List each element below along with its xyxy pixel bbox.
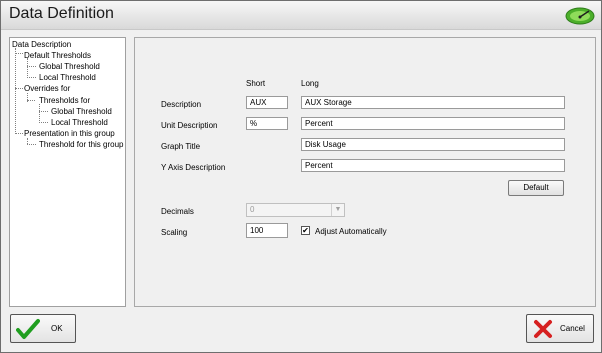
chevron-down-icon[interactable]: ▼ bbox=[331, 204, 344, 216]
ok-button[interactable]: OK bbox=[10, 314, 76, 343]
tree-item-default-thresholds[interactable]: Default Thresholds bbox=[24, 51, 91, 61]
decimals-select[interactable]: 0 ▼ bbox=[246, 203, 345, 217]
tree-item-thresholds-for[interactable]: Thresholds for bbox=[39, 96, 90, 106]
tree-item-override-global-threshold[interactable]: Global Threshold bbox=[51, 107, 112, 117]
tree-item-override-local-threshold[interactable]: Local Threshold bbox=[51, 118, 108, 128]
graph-title-input[interactable]: Disk Usage bbox=[301, 138, 565, 151]
checkmark-icon bbox=[16, 319, 40, 339]
ok-label: OK bbox=[51, 324, 63, 333]
tree-item-threshold-for-group[interactable]: Threshold for this group bbox=[39, 140, 124, 150]
tree-item-data-description[interactable]: Data Description bbox=[12, 40, 71, 50]
column-header-short: Short bbox=[246, 79, 266, 88]
tree-item-presentation-in-group[interactable]: Presentation in this group bbox=[24, 129, 115, 139]
unit-description-label: Unit Description bbox=[161, 121, 218, 130]
adjust-automatically-label: Adjust Automatically bbox=[315, 227, 387, 236]
unit-long-input[interactable]: Percent bbox=[301, 117, 565, 130]
graph-title-label: Graph Title bbox=[161, 142, 201, 151]
data-definition-window: Data Definition Data Description Default… bbox=[0, 0, 602, 353]
tree-item-global-threshold[interactable]: Global Threshold bbox=[39, 62, 100, 72]
title-bar[interactable]: Data Definition bbox=[1, 1, 601, 30]
description-label: Description bbox=[161, 100, 202, 109]
description-short-input[interactable]: AUX bbox=[246, 96, 288, 109]
data-description-panel: Short Long Description AUX AUX Storage U… bbox=[134, 37, 596, 307]
tree-item-local-threshold[interactable]: Local Threshold bbox=[39, 73, 96, 83]
window-title: Data Definition bbox=[9, 5, 114, 22]
navigation-tree[interactable]: Data Description Default Thresholds Glob… bbox=[9, 37, 126, 307]
decimals-label: Decimals bbox=[161, 207, 194, 216]
y-axis-description-input[interactable]: Percent bbox=[301, 159, 565, 172]
adjust-automatically-checkbox[interactable]: ✔ bbox=[301, 226, 310, 235]
tree-item-overrides-for[interactable]: Overrides for bbox=[24, 84, 70, 94]
gauge-icon bbox=[565, 7, 595, 25]
y-axis-description-label: Y Axis Description bbox=[161, 163, 226, 172]
scaling-input[interactable]: 100 bbox=[246, 223, 288, 238]
checkmark-icon: ✔ bbox=[302, 226, 309, 235]
cancel-button[interactable]: Cancel bbox=[526, 314, 594, 343]
cancel-label: Cancel bbox=[560, 324, 585, 333]
decimals-value: 0 bbox=[250, 205, 255, 214]
cancel-x-icon bbox=[534, 320, 552, 338]
column-header-long: Long bbox=[301, 79, 319, 88]
description-long-input[interactable]: AUX Storage bbox=[301, 96, 565, 109]
default-button[interactable]: Default bbox=[508, 180, 564, 196]
unit-short-input[interactable]: % bbox=[246, 117, 288, 130]
scaling-label: Scaling bbox=[161, 228, 188, 237]
